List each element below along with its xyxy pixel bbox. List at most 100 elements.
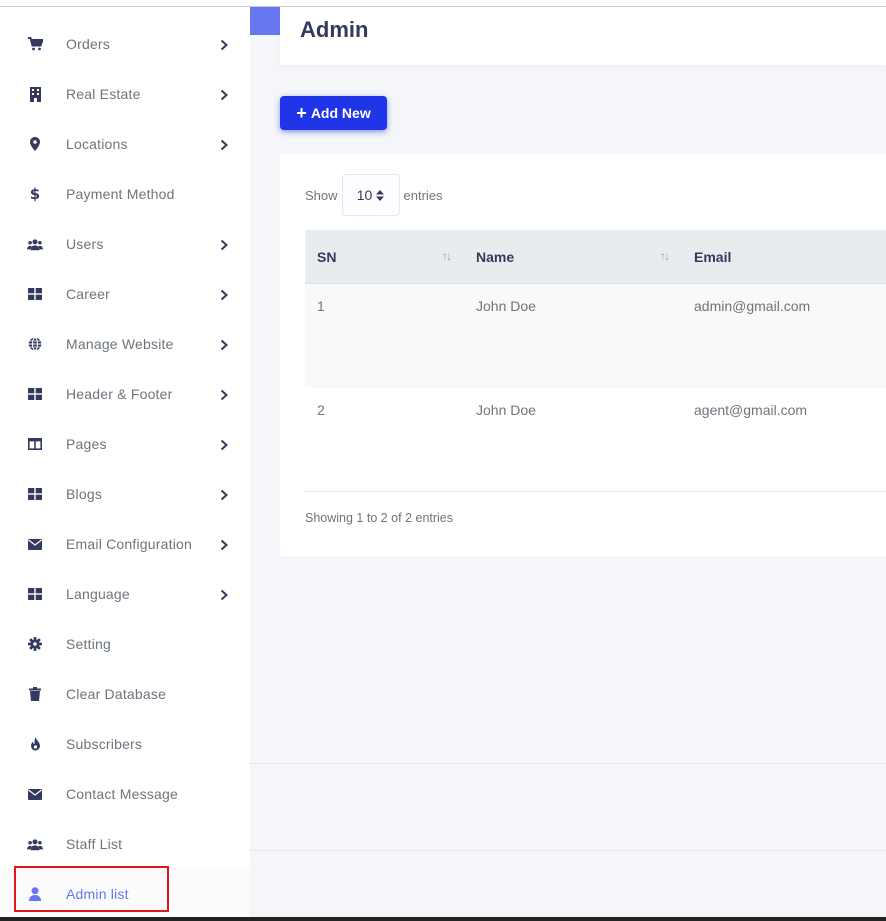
sidebar-item-label: Language	[66, 586, 130, 602]
chevron-right-icon	[219, 538, 231, 551]
column-label: SN	[317, 249, 337, 265]
sidebar-item-label: Subscribers	[66, 736, 143, 752]
chevron-right-icon	[219, 38, 231, 51]
table-row: 2 John Doe agent@gmail.com	[305, 388, 886, 492]
sidebar-item-label: Blogs	[66, 486, 103, 502]
divider	[250, 763, 886, 764]
sidebar-item-label: Pages	[66, 436, 107, 452]
chevron-right-icon	[219, 488, 231, 501]
chevron-right-icon	[219, 388, 231, 401]
add-new-label: Add New	[310, 105, 371, 121]
chevron-right-icon	[219, 438, 231, 451]
page-length-select[interactable]: 10	[341, 174, 400, 216]
sidebar-item-career[interactable]: Career	[0, 269, 250, 319]
cell-sn: 1	[317, 298, 325, 314]
envelope-icon	[27, 536, 43, 552]
sort-icon[interactable]: ↑↓	[660, 249, 670, 263]
sidebar-item-email-configuration[interactable]: Email Configuration	[0, 519, 250, 569]
user-icon	[27, 886, 43, 902]
sidebar-item-admin-list[interactable]: Admin list	[0, 869, 250, 919]
sidebar-item-language[interactable]: Language	[0, 569, 250, 619]
envelope-icon	[27, 786, 43, 802]
sidebar-item-label: Real Estate	[66, 86, 141, 102]
sidebar-item-label: Orders	[66, 36, 110, 52]
sidebar-item-clear-database[interactable]: Clear Database	[0, 669, 250, 719]
sidebar-item-orders[interactable]: Orders	[0, 19, 250, 69]
sidebar-item-label: Clear Database	[66, 686, 167, 702]
grid-icon	[27, 486, 43, 502]
map-pin-icon	[27, 136, 43, 152]
sidebar-item-label: Users	[66, 236, 104, 252]
building-icon	[27, 86, 43, 102]
sidebar-item-label: Admin list	[66, 886, 129, 902]
chevron-right-icon	[219, 588, 231, 601]
page-length-value: 10	[356, 187, 373, 203]
sidebar-item-label: Contact Message	[66, 786, 178, 802]
column-label: Name	[476, 249, 515, 265]
globe-icon	[27, 336, 43, 352]
table-info: Showing 1 to 2 of 2 entries	[305, 511, 454, 525]
accent-block	[250, 7, 280, 35]
grid-icon	[27, 386, 43, 402]
table-card: Show 10 entries SN ↑↓ Name ↑↓ Email 1 Jo…	[280, 154, 886, 556]
dollar-icon: $	[29, 185, 41, 203]
sidebar-item-payment-method[interactable]: $ Payment Method	[0, 169, 250, 219]
cell-name: John Doe	[476, 402, 536, 418]
page-title: Admin	[300, 17, 369, 42]
table-row: 1 John Doe admin@gmail.com	[305, 284, 886, 388]
table-header: SN ↑↓ Name ↑↓ Email	[305, 230, 886, 284]
column-label: Email	[694, 249, 732, 265]
chevron-right-icon	[219, 238, 231, 251]
sidebar-item-locations[interactable]: Locations	[0, 119, 250, 169]
admin-table: SN ↑↓ Name ↑↓ Email 1 John Doe admin@gma…	[305, 230, 886, 492]
sidebar-item-blogs[interactable]: Blogs	[0, 469, 250, 519]
page-length-control: Show 10 entries	[305, 174, 443, 216]
users-icon	[27, 836, 43, 852]
sidebar-item-label: Locations	[66, 136, 128, 152]
chevron-right-icon	[219, 338, 231, 351]
column-header-sn[interactable]: SN	[317, 230, 336, 284]
sidebar-item-label: Payment Method	[66, 186, 175, 202]
chevron-right-icon	[219, 138, 231, 151]
fire-icon	[27, 736, 43, 752]
top-border	[0, 0, 886, 7]
sidebar-item-manage-website[interactable]: Manage Website	[0, 319, 250, 369]
cell-sn: 2	[317, 402, 325, 418]
sidebar-item-contact-message[interactable]: Contact Message	[0, 769, 250, 819]
plus-icon: +	[296, 103, 307, 123]
cart-icon	[27, 36, 43, 52]
sidebar-item-label: Setting	[66, 636, 111, 652]
chevron-right-icon	[219, 88, 231, 101]
columns-icon	[27, 436, 43, 452]
sidebar: Orders Real Estate Locations $ Payment Metho…	[0, 7, 250, 919]
sidebar-item-label: Staff List	[66, 836, 123, 852]
trash-icon	[27, 686, 43, 702]
column-header-name[interactable]: Name	[476, 230, 514, 284]
sort-icon[interactable]: ↑↓	[442, 249, 452, 263]
grid-icon	[27, 586, 43, 602]
sidebar-item-label: Email Configuration	[66, 536, 192, 552]
users-icon	[27, 236, 43, 252]
sidebar-item-label: Manage Website	[66, 336, 174, 352]
sidebar-item-staff-list[interactable]: Staff List	[0, 819, 250, 869]
sidebar-item-pages[interactable]: Pages	[0, 419, 250, 469]
bottom-border	[0, 917, 886, 921]
add-new-button[interactable]: + Add New	[280, 96, 387, 130]
sidebar-item-users[interactable]: Users	[0, 219, 250, 269]
show-label: Show	[305, 187, 338, 203]
cell-email: agent@gmail.com	[694, 402, 808, 418]
sidebar-item-subscribers[interactable]: Subscribers	[0, 719, 250, 769]
sidebar-item-header-footer[interactable]: Header & Footer	[0, 369, 250, 419]
cell-name: John Doe	[476, 298, 536, 314]
cell-email: admin@gmail.com	[694, 298, 811, 314]
sidebar-item-label: Header & Footer	[66, 386, 173, 402]
entries-label: entries	[403, 187, 443, 203]
sidebar-item-label: Career	[66, 286, 110, 302]
column-header-email[interactable]: Email	[694, 230, 731, 284]
sidebar-item-real-estate[interactable]: Real Estate	[0, 69, 250, 119]
sidebar-item-setting[interactable]: Setting	[0, 619, 250, 669]
gear-icon	[27, 636, 43, 652]
grid-icon	[27, 286, 43, 302]
chevron-right-icon	[219, 288, 231, 301]
page-header: Admin	[280, 7, 886, 65]
